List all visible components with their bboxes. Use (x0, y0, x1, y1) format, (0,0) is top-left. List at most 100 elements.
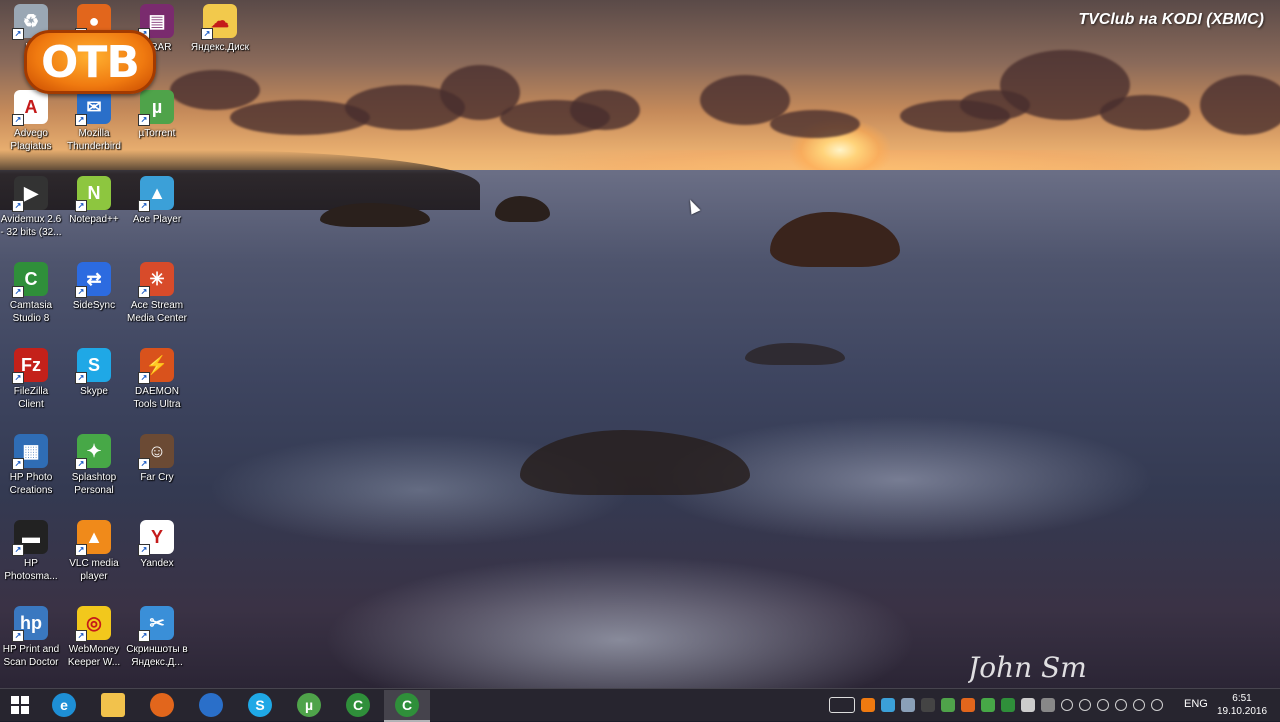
taskbar-app-button[interactable]: e (41, 690, 87, 720)
taskbar-app-button[interactable] (139, 690, 185, 720)
desktop-icon[interactable]: ▬ ↗ HP Photosma... (0, 520, 62, 583)
shortcut-arrow-icon: ↗ (201, 28, 213, 40)
thunderbird-icon: ✉ ↗ (75, 90, 111, 126)
shortcut-arrow-icon: ↗ (75, 286, 87, 298)
taskbar-app-button[interactable] (188, 690, 234, 720)
desktop-icon[interactable]: C ↗ Camtasia Studio 8 (0, 262, 62, 325)
desktop-icon-label: Yandex (140, 558, 174, 569)
taskbar-app-button[interactable]: C (335, 690, 381, 720)
otb-logo: OTB (24, 30, 156, 94)
tools-tray-icon[interactable] (901, 698, 915, 712)
desktop-icon-label: Skype (80, 386, 108, 397)
desktop-icon[interactable]: A ↗ Advego Plagiatus (0, 90, 62, 153)
network-tray-icon[interactable] (881, 698, 895, 712)
desktop-icon[interactable]: N ↗ Notepad++ (63, 176, 125, 226)
system-tray (826, 689, 1166, 721)
yandex-browser-icon: Y ↗ (138, 520, 174, 556)
volume-icon[interactable] (1151, 699, 1163, 711)
shortcut-arrow-icon: ↗ (138, 114, 150, 126)
desktop-icon[interactable]: ☁ ↗ Яндекс.Диск (189, 4, 251, 54)
shortcut-arrow-icon: ↗ (12, 286, 24, 298)
desktop-icon[interactable]: ▲ ↗ VLC media player (63, 520, 125, 583)
shortcut-arrow-icon: ↗ (12, 630, 24, 642)
taskbar-app-button[interactable] (90, 690, 136, 720)
power-icon[interactable] (1097, 699, 1109, 711)
advego-icon: A ↗ (12, 90, 48, 126)
skype-icon: S ↗ (75, 348, 111, 384)
desktop-icon[interactable]: ▲ ↗ Ace Player (126, 176, 188, 226)
sea (0, 170, 1280, 688)
desktop-icon[interactable]: ✂ ↗ Скриншоты в Яндекс.Д... (126, 606, 188, 669)
far-cry-icon: ☺ ↗ (138, 434, 174, 470)
desktop-icon[interactable]: ☺ ↗ Far Cry (126, 434, 188, 484)
shortcut-arrow-icon: ↗ (138, 286, 150, 298)
flag-icon[interactable] (1115, 699, 1127, 711)
desktop-icon[interactable]: ◎ ↗ WebMoney Keeper W... (63, 606, 125, 669)
desktop-icon[interactable]: Fz ↗ FileZilla Client (0, 348, 62, 411)
desktop-icon[interactable]: ✦ ↗ Splashtop Personal (63, 434, 125, 497)
daemon-tools-icon: ⚡ ↗ (138, 348, 174, 384)
desktop-icon-label: Avidemux 2.6 - 32 bits (32... (0, 214, 62, 238)
desktop-icon[interactable]: ⇄ ↗ SideSync (63, 262, 125, 312)
taskbar-app-button[interactable]: S (237, 690, 283, 720)
desktop-icon-label: FileZilla Client (13, 386, 49, 410)
bluetooth-icon[interactable] (1061, 699, 1073, 711)
language-indicator[interactable]: ENG (1184, 698, 1208, 710)
desktop-icon-label: Notepad++ (69, 214, 119, 225)
desktop-icon-label: Splashtop Personal (71, 472, 117, 496)
daemon-tray-icon[interactable] (861, 698, 875, 712)
shortcut-arrow-icon: ↗ (12, 458, 24, 470)
desktop-icon[interactable]: ▶ ↗ Avidemux 2.6 - 32 bits (32... (0, 176, 62, 239)
terminal-tray-icon[interactable] (921, 698, 935, 712)
firefox-icon (150, 693, 174, 717)
desktop-icon-label: Advego Plagiatus (10, 128, 52, 152)
green-tray-icon[interactable] (981, 698, 995, 712)
shortcut-arrow-icon: ↗ (12, 114, 24, 126)
shortcut-arrow-icon: ↗ (75, 372, 87, 384)
desktop-icon-label: Ace Player (132, 214, 182, 225)
desktop-icon-label: Far Cry (140, 472, 174, 483)
ace-stream-icon: ✳ ↗ (138, 262, 174, 298)
utorrent-icon: µ (297, 693, 321, 717)
sync-tray-icon[interactable] (1041, 698, 1055, 712)
desktop-icon-label: Mozilla Thunderbird (67, 128, 121, 152)
cloud-icon[interactable] (1079, 699, 1091, 711)
desktop-icon-label: HP Photosma... (4, 558, 58, 582)
utorrent-tray-icon[interactable] (941, 698, 955, 712)
desktop-icon-label: HP Print and Scan Doctor (2, 644, 60, 668)
hp-print-scan-icon: hp ↗ (12, 606, 48, 642)
webmoney-icon: ◎ ↗ (75, 606, 111, 642)
camtasia-tray-icon[interactable] (1001, 698, 1015, 712)
desktop-icon[interactable]: ✳ ↗ Ace Stream Media Center (126, 262, 188, 325)
desktop-icon[interactable]: S ↗ Skype (63, 348, 125, 398)
desktop-icon-label: VLC media player (69, 558, 119, 582)
skype-icon: S (248, 693, 272, 717)
keyboard-icon[interactable] (829, 697, 855, 713)
hp-photosmart-icon: ▬ ↗ (12, 520, 48, 556)
desktop-icon-label: SideSync (72, 300, 116, 311)
winrar-icon: ▤↗ (138, 4, 174, 40)
yandex-screenshots-icon: ✂ ↗ (138, 606, 174, 642)
start-button[interactable] (0, 689, 40, 721)
security-tray-icon[interactable] (1021, 698, 1035, 712)
desktop-icon-label: Ace Stream Media Center (126, 300, 188, 324)
notepad-plus-plus-icon: N ↗ (75, 176, 111, 212)
camtasia-icon: C (346, 693, 370, 717)
network-icon[interactable] (1133, 699, 1145, 711)
cloud (570, 90, 640, 130)
shortcut-arrow-icon: ↗ (138, 630, 150, 642)
clock[interactable]: 6:51 19.10.2016 (1214, 692, 1270, 718)
sidesync-icon: ⇄ ↗ (75, 262, 111, 298)
taskbar: e Sµ C C ENG 6:51 19.10.2016 (0, 688, 1280, 722)
desktop-icon[interactable]: Y ↗ Yandex (126, 520, 188, 570)
desktop-icon[interactable]: µ ↗ µTorrent (126, 90, 188, 140)
file-explorer-icon (101, 693, 125, 717)
taskbar-app-button[interactable]: µ (286, 690, 332, 720)
chrome-tray-icon[interactable] (961, 698, 975, 712)
desktop-icon[interactable]: ✉ ↗ Mozilla Thunderbird (63, 90, 125, 153)
shortcut-arrow-icon: ↗ (12, 372, 24, 384)
taskbar-app-button[interactable]: C (384, 690, 430, 722)
desktop-icon[interactable]: hp ↗ HP Print and Scan Doctor (0, 606, 62, 669)
desktop-icon[interactable]: ▦ ↗ HP Photo Creations (0, 434, 62, 497)
desktop-icon[interactable]: ⚡ ↗ DAEMON Tools Ultra (126, 348, 188, 411)
